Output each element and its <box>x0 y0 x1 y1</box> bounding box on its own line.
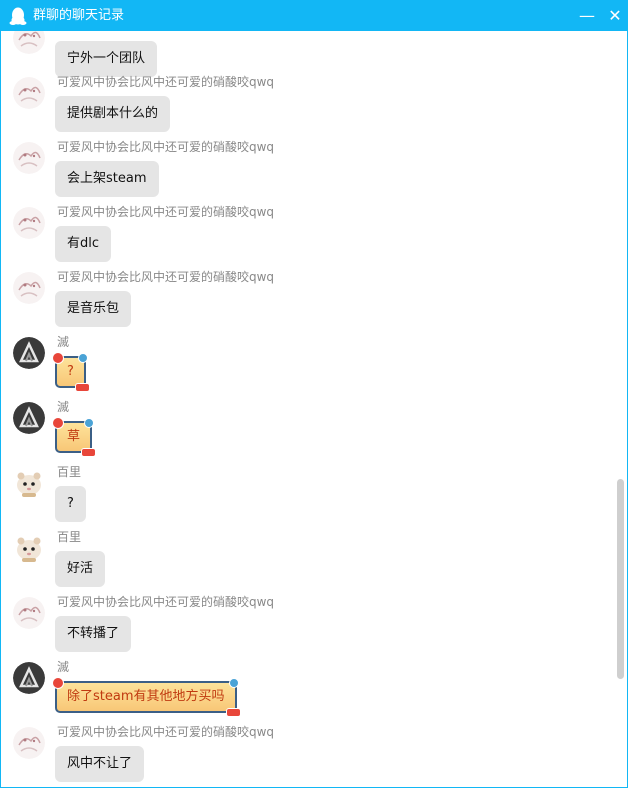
avatar[interactable] <box>13 272 45 304</box>
avatar[interactable] <box>13 727 45 759</box>
message-text: 草 <box>67 429 81 444</box>
scrollbar-thumb[interactable] <box>617 479 624 679</box>
message-item: 滅 除了steam有其他地方买吗 <box>1 652 611 717</box>
bubble-ornament-icon <box>228 678 239 688</box>
bubble-ornament-icon <box>74 383 90 392</box>
message-text: 除了steam有其他地方买吗 <box>67 689 225 704</box>
message-text: 风中不让了 <box>67 756 133 771</box>
message-item: 百里 好活 <box>1 522 611 587</box>
message-item: 可爱风中协会比风中还可爱的硝酸咬qwq 是音乐包 <box>1 262 611 327</box>
vertical-scrollbar[interactable] <box>615 31 627 787</box>
message-bubble[interactable]: 是音乐包 <box>55 291 132 327</box>
avatar[interactable] <box>13 662 45 694</box>
message-text: ? <box>67 364 74 379</box>
sender-name: 可爱风中协会比风中还可爱的硝酸咬qwq <box>57 595 275 609</box>
sender-name: 滅 <box>57 400 70 414</box>
chat-history-window: 群聊的聊天记录 — ✕ 宁外一个团队 可爱风中协会比风中还可爱的硝酸咬qwq 提… <box>0 0 628 788</box>
sender-name: 可爱风中协会比风中还可爱的硝酸咬qwq <box>57 75 275 89</box>
message-text: 是音乐包 <box>67 301 120 316</box>
message-bubble[interactable]: 不转播了 <box>55 616 132 652</box>
message-item: 可爱风中协会比风中还可爱的硝酸咬qwq 有dlc <box>1 197 611 262</box>
sender-name: 可爱风中协会比风中还可爱的硝酸咬qwq <box>57 140 275 154</box>
message-text: 有dlc <box>67 236 100 251</box>
message-bubble[interactable]: 提供剧本什么的 <box>55 96 171 132</box>
qq-penguin-icon <box>9 7 27 25</box>
message-text: 宁外一个团队 <box>67 51 146 66</box>
message-item: 可爱风中协会比风中还可爱的硝酸咬qwq 提供剧本什么的 <box>1 67 611 132</box>
message-item: 可爱风中协会比风中还可爱的硝酸咬qwq 风中不让了 <box>1 717 611 782</box>
message-bubble[interactable]: 风中不让了 <box>55 746 145 782</box>
message-item: 百里 ? <box>1 457 611 522</box>
message-item: 滅 ? <box>1 327 611 392</box>
message-text: 会上架steam <box>67 171 147 186</box>
message-bubble[interactable]: 草 <box>52 417 97 457</box>
bubble-ornament-icon <box>225 708 241 717</box>
bubble-ornament-icon <box>52 677 64 689</box>
window-title: 群聊的聊天记录 <box>33 8 125 23</box>
bubble-ornament-icon <box>52 352 64 364</box>
message-bubble[interactable]: 好活 <box>55 551 106 587</box>
message-text: ? <box>67 496 74 511</box>
message-bubble[interactable]: 会上架steam <box>55 161 159 197</box>
sender-name: 滅 <box>57 660 70 674</box>
close-button[interactable]: ✕ <box>599 0 628 31</box>
title-bar[interactable]: 群聊的聊天记录 — ✕ <box>1 0 628 31</box>
message-item: 滅 草 <box>1 392 611 457</box>
avatar[interactable] <box>13 532 45 564</box>
message-bubble[interactable]: 有dlc <box>55 226 112 262</box>
sender-name: 可爱风中协会比风中还可爱的硝酸咬qwq <box>57 270 275 284</box>
sender-name: 百里 <box>57 465 82 479</box>
bubble-ornament-icon <box>81 448 97 457</box>
avatar[interactable] <box>13 207 45 239</box>
bubble-ornament-icon <box>52 417 64 429</box>
message-bubble[interactable]: 除了steam有其他地方买吗 <box>52 677 241 717</box>
message-text: 提供剧本什么的 <box>67 106 159 121</box>
message-bubble[interactable]: ? <box>52 352 90 392</box>
message-text: 不转播了 <box>67 626 120 641</box>
sender-name: 百里 <box>57 530 82 544</box>
avatar[interactable] <box>13 31 45 54</box>
avatar[interactable] <box>13 337 45 369</box>
avatar[interactable] <box>13 467 45 499</box>
message-bubble[interactable]: ? <box>55 486 86 522</box>
sender-name: 可爱风中协会比风中还可爱的硝酸咬qwq <box>57 205 275 219</box>
message-text: 好活 <box>67 561 94 576</box>
sender-name: 滅 <box>57 335 70 349</box>
message-item: 可爱风中协会比风中还可爱的硝酸咬qwq 不转播了 <box>1 587 611 652</box>
bubble-ornament-icon <box>84 418 95 428</box>
avatar[interactable] <box>13 402 45 434</box>
sender-name: 可爱风中协会比风中还可爱的硝酸咬qwq <box>57 725 275 739</box>
avatar[interactable] <box>13 597 45 629</box>
avatar[interactable] <box>13 77 45 109</box>
message-item: 可爱风中协会比风中还可爱的硝酸咬qwq 会上架steam <box>1 132 611 197</box>
avatar[interactable] <box>13 142 45 174</box>
bubble-ornament-icon <box>77 353 88 363</box>
message-list[interactable]: 宁外一个团队 可爱风中协会比风中还可爱的硝酸咬qwq 提供剧本什么的 可爱风中协… <box>1 31 627 787</box>
